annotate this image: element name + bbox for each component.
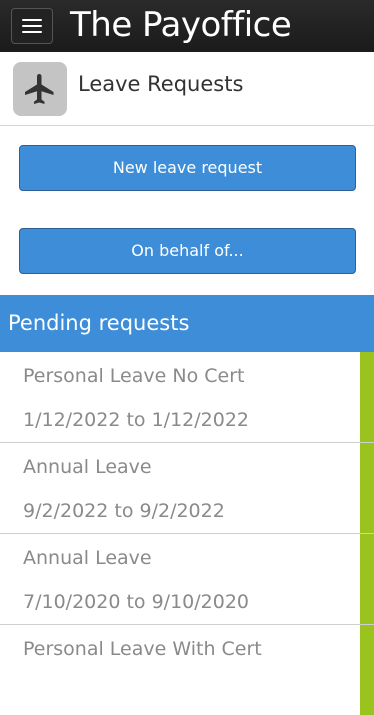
- status-indicator: [360, 352, 374, 442]
- airplane-icon: [13, 62, 67, 116]
- page-title: Leave Requests: [78, 72, 244, 96]
- leave-type: Personal Leave No Cert: [23, 365, 245, 387]
- status-indicator: [360, 625, 374, 715]
- leave-dates: 1/12/2022 to 1/12/2022: [23, 409, 249, 431]
- leave-type: Annual Leave: [23, 456, 152, 478]
- hamburger-menu-icon[interactable]: [11, 8, 53, 44]
- menu-line: [22, 31, 42, 33]
- page-header: Leave Requests: [0, 52, 374, 126]
- pending-requests-list: Personal Leave No Cert 1/12/2022 to 1/12…: [0, 352, 374, 716]
- status-indicator: [360, 443, 374, 533]
- leave-dates: 7/10/2020 to 9/10/2020: [23, 591, 249, 613]
- list-item[interactable]: Personal Leave With Cert: [0, 625, 374, 716]
- status-indicator: [360, 534, 374, 624]
- top-bar: The Payoffice: [0, 0, 374, 53]
- leave-type: Personal Leave With Cert: [23, 638, 262, 660]
- on-behalf-of-button[interactable]: On behalf of...: [19, 228, 356, 274]
- menu-line: [22, 19, 42, 21]
- list-item[interactable]: Personal Leave No Cert 1/12/2022 to 1/12…: [0, 352, 374, 443]
- pending-requests-header: Pending requests: [0, 295, 374, 352]
- leave-dates: 9/2/2022 to 9/2/2022: [23, 500, 225, 522]
- list-item[interactable]: Annual Leave 7/10/2020 to 9/10/2020: [0, 534, 374, 625]
- menu-line: [22, 25, 42, 27]
- leave-type: Annual Leave: [23, 547, 152, 569]
- list-item[interactable]: Annual Leave 9/2/2022 to 9/2/2022: [0, 443, 374, 534]
- app-title: The Payoffice: [70, 5, 292, 45]
- new-leave-request-button[interactable]: New leave request: [19, 145, 356, 191]
